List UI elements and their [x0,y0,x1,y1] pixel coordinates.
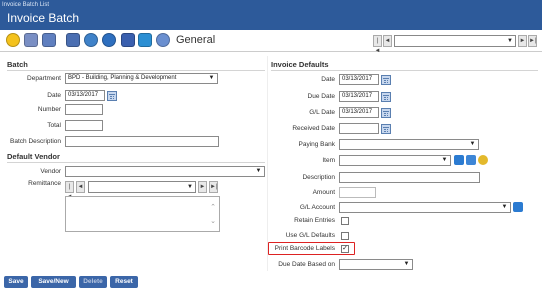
column-divider [267,56,268,271]
toolbar: General |◄ ◄ ▼ ► ►| [0,30,542,54]
gl-account-select[interactable]: ▼ [339,202,511,213]
badge-icon[interactable] [42,33,56,47]
retain-entries-checkbox[interactable] [341,217,349,225]
scroll-down-icon[interactable]: ⌄ [210,217,216,225]
calendar-icon[interactable] [107,91,117,101]
info-icon[interactable] [478,155,488,165]
invoice-defaults-section-title: Invoice Defaults [271,60,538,71]
department-value: BPD - Building, Planning & Development [68,75,177,81]
due-date-based-on-label: Due Date Based on [278,261,335,268]
new-icon[interactable] [6,33,20,47]
check-icon[interactable] [121,33,135,47]
retain-entries-label: Retain Entries [294,217,335,224]
delete-button[interactable]: Delete [79,276,107,288]
item-select[interactable]: ▼ [339,155,451,166]
breadcrumb[interactable]: Invoice Batch List [2,2,49,8]
view-label: General [176,34,216,46]
gl-account-label: G/L Account [299,204,335,211]
page-header: Invoice Batch List Invoice Batch [0,0,542,30]
description-input[interactable] [339,172,480,183]
remittance-textarea[interactable]: ⌃ ⌄ [65,196,220,232]
use-gl-defaults-label: Use G/L Defaults [285,232,335,239]
batch-date-label: Date [47,92,61,99]
calendar-icon[interactable] [381,124,391,134]
paying-bank-label: Paying Bank [298,141,336,148]
chevron-down-icon[interactable]: ▼ [500,203,509,212]
total-label: Total [47,122,61,129]
wrench-icon[interactable] [66,33,80,47]
disc-icon[interactable] [102,33,116,47]
remittance-select[interactable]: ▼ [88,181,196,193]
lookup-icon[interactable] [454,155,464,165]
remittance-pager: |◄ ◄ ▼ ► ►| [65,181,220,200]
no-icon[interactable] [156,33,170,47]
invoice-date-input[interactable]: 03/13/2017 [339,74,379,85]
record-select[interactable]: ▼ [394,35,516,47]
last-record-button[interactable]: ►| [528,35,537,47]
print-barcode-labels-checkbox[interactable]: ✓ [341,245,349,253]
save-new-button[interactable]: Save/New [31,276,76,288]
department-label: Department [27,75,61,82]
received-date-label: Received Date [292,125,335,132]
vendor-select[interactable]: ▼ [65,166,265,177]
chevron-down-icon[interactable]: ▼ [506,37,514,45]
batch-section-title: Batch [7,60,265,71]
save-button[interactable]: Save [4,276,28,288]
amount-input[interactable] [339,187,376,198]
first-remittance-button[interactable]: |◄ [65,181,74,200]
batch-date-input[interactable]: 03/13/2017 [65,90,105,101]
due-date-label: Due Date [307,93,335,100]
prev-record-button[interactable]: ◄ [383,35,392,47]
gl-date-label: G/L Date [309,109,335,116]
vendor-label: Vendor [40,168,61,175]
chevron-down-icon[interactable]: ▼ [254,167,263,176]
description-label: Description [302,174,335,181]
default-vendor-section-title: Default Vendor [7,152,265,163]
calendar-icon[interactable] [381,75,391,85]
batch-description-label: Batch Description [10,138,61,145]
item-label: Item [322,157,335,164]
prev-remittance-button[interactable]: ◄ [76,181,85,193]
reset-button[interactable]: Reset [110,276,138,288]
chevron-down-icon[interactable]: ▼ [186,183,194,191]
lookup-icon[interactable] [513,202,523,212]
search-icon[interactable] [466,155,476,165]
received-date-input[interactable] [339,123,379,134]
record-pager: |◄ ◄ ▼ ► ►| [373,35,539,54]
remittance-label: Remittance [28,180,61,187]
cards-icon[interactable] [24,33,38,47]
invoice-date-label: Date [321,76,335,83]
batch-description-input[interactable] [65,136,219,147]
last-remittance-button[interactable]: ►| [209,181,218,193]
due-date-based-on-select[interactable]: ▼ [339,259,413,270]
amount-label: Amount [312,189,335,196]
calendar-icon[interactable] [381,108,391,118]
chevron-down-icon[interactable]: ▼ [468,140,477,149]
number-input[interactable] [65,104,103,115]
bag-icon[interactable] [138,33,152,47]
department-select[interactable]: BPD - Building, Planning & Development ▼ [65,73,218,84]
chevron-down-icon[interactable]: ▼ [207,74,216,83]
use-gl-defaults-checkbox[interactable] [341,232,349,240]
chevron-down-icon[interactable]: ▼ [402,260,411,269]
next-remittance-button[interactable]: ► [198,181,207,193]
calendar-icon[interactable] [381,92,391,102]
first-record-button[interactable]: |◄ [373,35,382,54]
total-input[interactable] [65,120,103,131]
chevron-down-icon[interactable]: ▼ [440,156,449,165]
next-record-button[interactable]: ► [518,35,527,47]
scroll-up-icon[interactable]: ⌃ [210,203,216,211]
page-title: Invoice Batch [7,11,80,25]
gl-date-input[interactable]: 03/13/2017 [339,107,379,118]
due-date-input[interactable]: 03/13/2017 [339,91,379,102]
target-icon[interactable] [84,33,98,47]
number-label: Number [37,106,61,113]
paying-bank-select[interactable]: ▼ [339,139,479,150]
print-barcode-labels-label: Print Barcode Labels [274,245,335,252]
